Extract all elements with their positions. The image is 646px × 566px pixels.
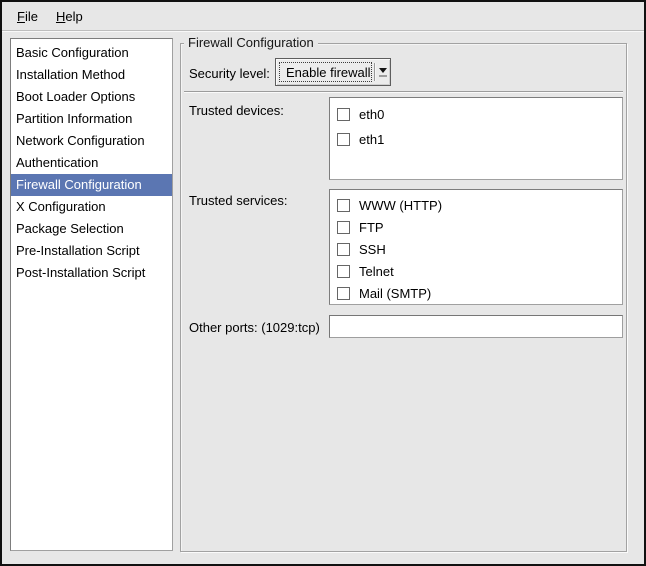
menu-help[interactable]: Help [47,2,92,30]
sidebar-item[interactable]: Post-Installation Script [11,262,172,284]
checkbox-icon[interactable] [337,265,350,278]
trusted-devices-label: Trusted devices: [189,103,284,118]
trusted-service-name: WWW (HTTP) [359,198,442,213]
sidebar-item[interactable]: Package Selection [11,218,172,240]
menu-file-label: ile [25,9,38,24]
trusted-service-row[interactable]: Mail (SMTP) [330,282,622,304]
menu-help-mnemonic: H [56,9,65,24]
checkbox-icon[interactable] [337,199,350,212]
menu-file-mnemonic: F [17,9,25,24]
firewall-configuration-groupbox: Firewall Configuration Security level: E… [180,43,627,552]
trusted-services-list[interactable]: WWW (HTTP) FTP SSH Telnet [329,189,623,305]
menu-file[interactable]: File [8,2,47,30]
sidebar-item[interactable]: Pre-Installation Script [11,240,172,262]
other-ports-input[interactable] [329,315,623,338]
trusted-services-label: Trusted services: [189,193,288,208]
sidebar-item-label: Pre-Installation Script [16,243,140,258]
other-ports-label: Other ports: (1029:tcp) [189,320,320,335]
sidebar-item[interactable]: Firewall Configuration [11,174,172,196]
horizontal-separator [184,91,623,93]
sidebar-item[interactable]: Basic Configuration [11,42,172,64]
sidebar-item-label: Post-Installation Script [16,265,145,280]
groupbox-title: Firewall Configuration [184,35,318,50]
sidebar-item-label: Installation Method [16,67,125,82]
trusted-service-row[interactable]: Telnet [330,260,622,282]
security-level-dropdown[interactable]: Enable firewall [275,58,391,86]
checkbox-icon[interactable] [337,133,350,146]
checkbox-icon[interactable] [337,287,350,300]
sidebar-item[interactable]: Network Configuration [11,130,172,152]
kickstart-configurator-window: File Help Basic Configuration Installati… [0,0,646,566]
checkbox-icon[interactable] [337,243,350,256]
trusted-service-row[interactable]: SSH [330,238,622,260]
sidebar-item[interactable]: Installation Method [11,64,172,86]
trusted-device-row[interactable]: eth1 [330,127,622,152]
chevron-down-icon [376,59,390,85]
trusted-device-name: eth0 [359,107,384,122]
menubar: File Help [2,2,644,31]
checkbox-icon[interactable] [337,221,350,234]
trusted-service-name: Mail (SMTP) [359,286,431,301]
sidebar-item-label: Basic Configuration [16,45,129,60]
trusted-service-name: SSH [359,242,386,257]
sidebar-item-label: Authentication [16,155,98,170]
menu-help-label: elp [65,9,82,24]
trusted-service-name: Telnet [359,264,394,279]
sidebar-section-list[interactable]: Basic Configuration Installation Method … [10,38,173,551]
trusted-devices-list[interactable]: eth0 eth1 [329,97,623,180]
sidebar-item-label: Network Configuration [16,133,145,148]
sidebar-item-label: Package Selection [16,221,124,236]
trusted-service-row[interactable]: FTP [330,216,622,238]
security-level-label: Security level: [189,66,270,81]
security-level-value: Enable firewall [279,62,372,82]
sidebar-item[interactable]: Boot Loader Options [11,86,172,108]
sidebar-item[interactable]: Authentication [11,152,172,174]
sidebar-item-label: X Configuration [16,199,106,214]
sidebar-item[interactable]: X Configuration [11,196,172,218]
sidebar-item-label: Firewall Configuration [16,177,142,192]
sidebar-item-label: Boot Loader Options [16,89,135,104]
sidebar-item-label: Partition Information [16,111,132,126]
trusted-service-name: FTP [359,220,384,235]
trusted-device-name: eth1 [359,132,384,147]
trusted-device-row[interactable]: eth0 [330,102,622,127]
trusted-service-row[interactable]: WWW (HTTP) [330,194,622,216]
checkbox-icon[interactable] [337,108,350,121]
sidebar-item[interactable]: Partition Information [11,108,172,130]
